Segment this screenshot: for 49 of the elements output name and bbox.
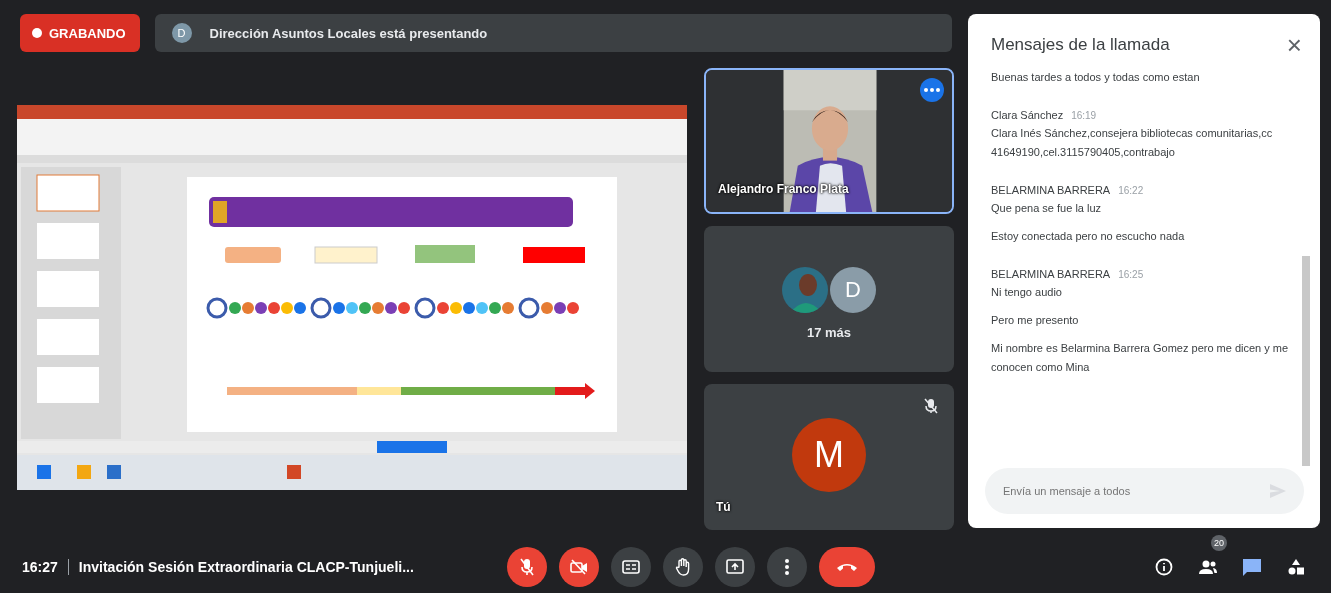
message-text: Estoy conectada pero no escucho nada [991,229,1186,244]
participant-count-badge: 20 [1211,534,1227,551]
chat-icon [1242,557,1262,576]
presenter-avatar: D [171,23,192,43]
participant-avatar: D [830,266,876,313]
participant-avatar: M [792,418,866,492]
meeting-title: Invitación Sesión Extraordinaria CLACP-Tunjueli... [78,558,414,575]
people-icon [1198,558,1218,575]
more-options-button[interactable] [767,546,807,587]
camera-button[interactable] [559,546,599,587]
presenting-text: Dirección Asuntos Locales está presentando [209,25,488,41]
recording-dot-icon [32,28,42,38]
more-icon [924,88,940,92]
message-time: 16:19 [1071,110,1097,121]
phone-icon [836,561,858,572]
shapes-icon [1287,557,1305,576]
message-text: Pero me presento [991,313,1080,328]
captions-button[interactable] [611,546,651,587]
camera-off-icon [570,558,588,575]
message-text: Buenas tardes a todos y todas como estan [991,70,1201,85]
recording-label: GRABANDO [49,25,126,41]
leave-call-button[interactable] [819,546,875,587]
message-time: 16:25 [1118,269,1144,280]
message-text: Que pena se fue la luz [991,201,1103,216]
captions-icon [622,559,640,574]
message-input-field[interactable]: Envía un mensaje a todos [985,468,1304,514]
participant-name: Tú [716,500,731,514]
meeting-time: 16:27 [22,558,58,575]
message-text: Clara Inés Sánchez,consejera bibliotecas comunitarias,cc 41649190,cel.3115790405,contrabajo [991,126,1274,160]
participant-tile[interactable]: M Tú [704,384,954,530]
present-icon [726,559,744,574]
message-text: Ni tengo audio [991,285,1063,300]
message-sender: BELARMINA BARRERA [991,184,1111,196]
chat-title: Mensajes de la llamada [991,35,1170,55]
info-icon [1155,557,1173,576]
present-button[interactable] [715,546,755,587]
close-button[interactable]: × [1286,32,1302,58]
message-time: 16:22 [1118,185,1144,196]
message-sender: Clara Sánchez [991,109,1064,121]
message-text: Mi nombre es Belarmina Barrera Gomez pero me dicen y me conocen como Mina [991,341,1290,375]
participant-tile[interactable]: D 17 más [704,226,954,372]
scrollbar[interactable] [1302,256,1310,466]
more-participants-label: 17 más [806,324,852,340]
microphone-button[interactable] [507,546,547,587]
mic-off-icon [520,557,534,576]
raise-hand-button[interactable] [663,546,703,587]
more-icon [785,558,789,575]
hand-icon [675,557,691,576]
message-sender: BELARMINA BARRERA [991,268,1111,280]
